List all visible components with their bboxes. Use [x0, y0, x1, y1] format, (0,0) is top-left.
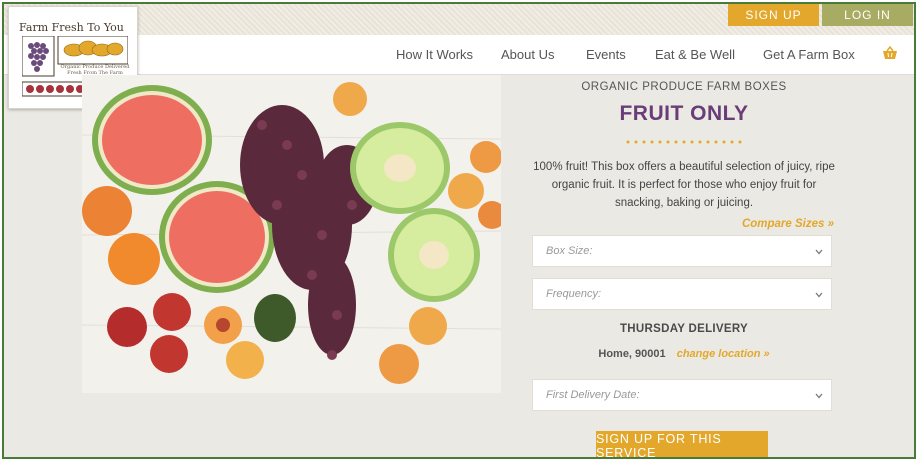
- nav-about-us[interactable]: About Us: [501, 47, 554, 62]
- nav-get-a-farm-box[interactable]: Get A Farm Box: [763, 47, 855, 62]
- compare-sizes-link[interactable]: Compare Sizes »: [734, 218, 834, 230]
- basket-icon[interactable]: [882, 45, 898, 61]
- login-button[interactable]: LOG IN: [822, 4, 913, 26]
- first-delivery-placeholder: First Delivery Date:: [546, 389, 640, 401]
- product-title: FRUIT ONLY: [619, 102, 749, 125]
- signup-service-button[interactable]: SIGN UP FOR THIS SERVICE: [596, 431, 768, 457]
- dotted-divider: [626, 140, 742, 144]
- nav-eat-and-be-well[interactable]: Eat & Be Well: [655, 47, 735, 62]
- browser-frame: SIGN UP LOG IN How It Works About Us Eve…: [2, 2, 916, 459]
- fruit-box-photo: [82, 75, 501, 393]
- nav-how-it-works[interactable]: How It Works: [396, 47, 473, 62]
- logo-title: Farm Fresh To You: [19, 21, 124, 34]
- chevron-down-icon: [815, 292, 823, 298]
- box-size-placeholder: Box Size:: [546, 245, 593, 257]
- signup-button[interactable]: SIGN UP: [728, 4, 819, 26]
- product-description: 100% fruit! This box offers a beautiful …: [533, 161, 835, 209]
- chevron-down-icon: [815, 393, 823, 399]
- delivery-day-heading: THURSDAY DELIVERY: [619, 323, 748, 335]
- box-size-select[interactable]: Box Size:: [532, 235, 832, 267]
- main-nav: How It Works About Us Events Eat & Be We…: [4, 35, 914, 75]
- delivery-location-line: Home, 90001 change location »: [534, 348, 834, 360]
- first-delivery-date-select[interactable]: First Delivery Date:: [532, 379, 832, 411]
- frequency-placeholder: Frequency:: [546, 288, 602, 300]
- delivery-location: Home, 90001: [598, 348, 666, 360]
- nav-events[interactable]: Events: [586, 47, 626, 62]
- top-bar: SIGN UP LOG IN: [4, 4, 914, 35]
- product-category: ORGANIC PRODUCE FARM BOXES: [581, 81, 787, 93]
- chevron-down-icon: [815, 249, 823, 255]
- change-location-link[interactable]: change location »: [677, 348, 770, 360]
- frequency-select[interactable]: Frequency:: [532, 278, 832, 310]
